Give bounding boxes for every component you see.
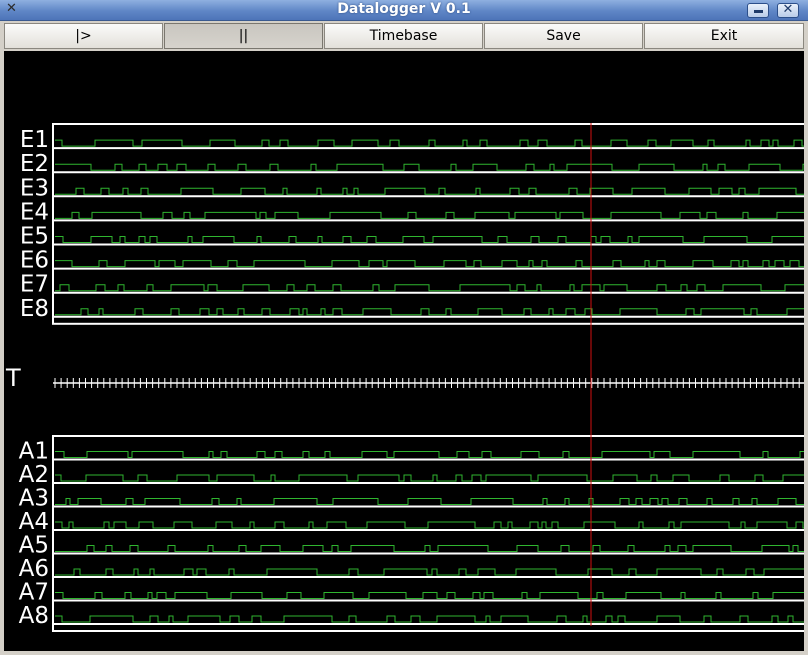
channel-label-e4: E4 <box>20 199 49 225</box>
trace-e1 <box>55 139 804 147</box>
channel-label-a5: A5 <box>19 533 49 559</box>
trace-e6 <box>55 260 804 268</box>
start-button[interactable]: |> <box>4 23 163 49</box>
trace-e5 <box>55 236 804 243</box>
title-bar[interactable]: ✕ Datalogger V 0.1 ✕ <box>0 0 808 21</box>
window-title: Datalogger V 0.1 <box>337 1 471 17</box>
timebase-button[interactable]: Timebase <box>324 23 483 49</box>
channel-label-a8: A8 <box>19 603 49 629</box>
channel-label-e7: E7 <box>20 272 49 298</box>
close-button[interactable]: ✕ <box>777 2 799 18</box>
channel-label-a7: A7 <box>19 580 49 606</box>
trace-e8 <box>55 308 804 316</box>
trace-e4 <box>55 211 804 219</box>
channel-label-e3: E3 <box>20 175 49 201</box>
trace-a4 <box>55 521 804 529</box>
scope-canvas[interactable]: E1E2E3E4E5E6E7E8 A1A2A3A4A5A6A7A8 T <box>4 51 804 651</box>
trace-a2 <box>55 474 804 482</box>
trace-a3 <box>55 498 804 505</box>
trace-e3 <box>55 187 804 195</box>
trace-a7 <box>55 592 804 599</box>
analog-group-frame <box>52 435 804 632</box>
channel-label-a2: A2 <box>19 462 49 488</box>
channel-label-a4: A4 <box>19 509 49 535</box>
trace-a5 <box>55 545 804 552</box>
channel-label-a1: A1 <box>19 439 49 465</box>
channel-label-e5: E5 <box>20 224 49 250</box>
exit-button[interactable]: Exit <box>644 23 804 49</box>
close-icon: ✕ <box>782 2 794 17</box>
pause-button[interactable]: || <box>164 23 323 49</box>
channel-label-e1: E1 <box>20 127 49 153</box>
channel-label-e8: E8 <box>20 296 49 322</box>
trace-a6 <box>55 568 804 576</box>
minimize-button[interactable] <box>747 3 769 18</box>
trace-a8 <box>55 615 804 623</box>
scope-display[interactable]: E1 E2 E3 E4 E5 E6 E7 E8 A1 A2 A3 A4 A5 A6 A7 A8 T <box>4 51 804 651</box>
digital-group-frame <box>52 123 804 325</box>
channel-label-e2: E2 <box>20 151 49 177</box>
trace-a1 <box>55 451 804 458</box>
timebase-label: T <box>5 364 21 392</box>
save-button[interactable]: Save <box>484 23 643 49</box>
channel-label-a6: A6 <box>19 556 49 582</box>
minimize-icon <box>754 10 763 13</box>
trace-e7 <box>55 284 804 292</box>
channel-label-a3: A3 <box>19 486 49 512</box>
channel-label-e6: E6 <box>20 248 49 274</box>
toolbar: |> || Timebase Save Exit <box>4 23 804 49</box>
trace-e2 <box>55 163 804 171</box>
